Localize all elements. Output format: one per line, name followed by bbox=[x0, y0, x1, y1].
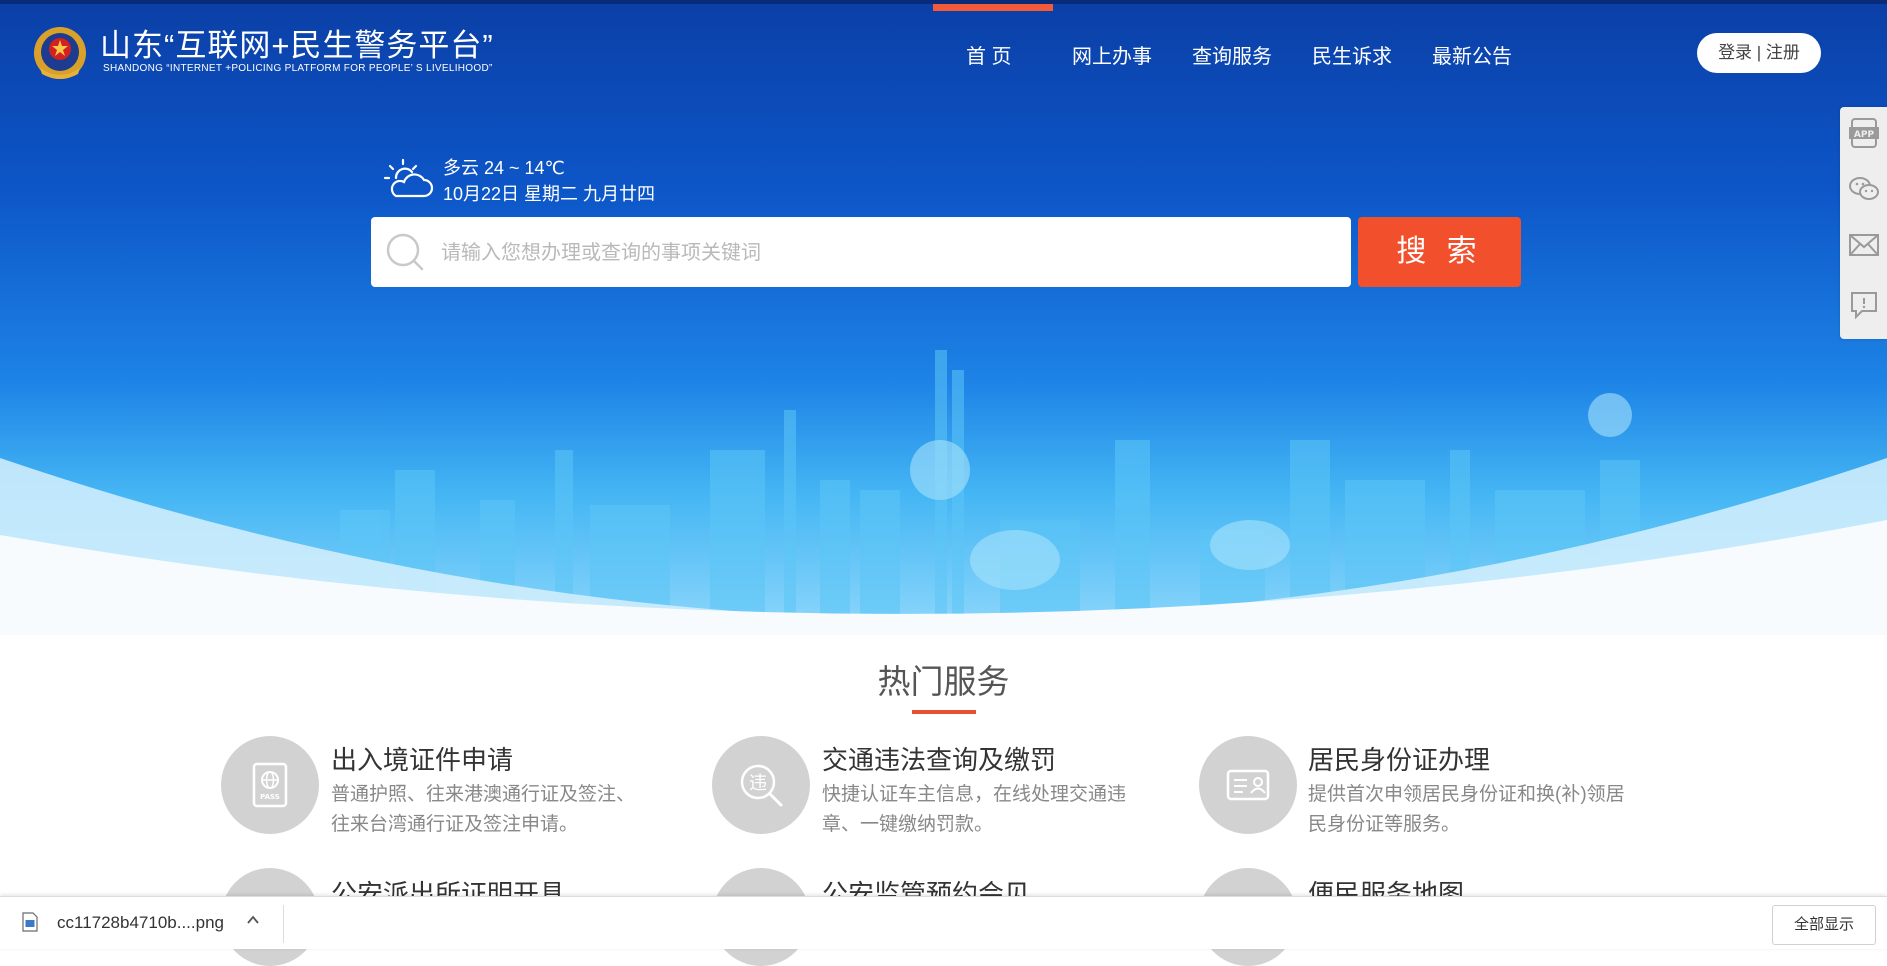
search-icon bbox=[386, 233, 424, 271]
svg-text:违: 违 bbox=[749, 773, 767, 794]
traffic-violation-icon[interactable]: 违 bbox=[712, 736, 810, 834]
app-icon[interactable]: APP bbox=[1848, 117, 1880, 149]
bottom-wave bbox=[0, 458, 1887, 635]
side-toolbar: APP bbox=[1840, 107, 1887, 339]
download-file-name[interactable]: cc11728b4710b....png bbox=[57, 913, 224, 933]
hot-services-title: 热门服务 bbox=[877, 663, 1010, 700]
nav-query-services[interactable]: 查询服务 bbox=[1192, 40, 1272, 69]
cloud-sun-icon bbox=[383, 158, 434, 198]
svg-text:APP: APP bbox=[1854, 130, 1875, 140]
search-box bbox=[371, 217, 1351, 289]
image-file-icon bbox=[22, 912, 38, 932]
download-divider bbox=[283, 905, 284, 943]
section-title-underline bbox=[912, 710, 976, 714]
service-desc-exit-entry-line2: 往来台湾通行证及签注申请。 bbox=[331, 814, 579, 835]
svg-text:PASS: PASS bbox=[260, 793, 280, 801]
nav-online-services[interactable]: 网上办事 bbox=[1072, 40, 1152, 69]
search-input[interactable] bbox=[439, 217, 1333, 289]
id-card-icon[interactable] bbox=[1199, 736, 1297, 834]
service-desc-exit-entry-line1: 普通护照、往来港澳通行证及签注、 bbox=[331, 784, 636, 805]
passport-icon[interactable]: PASS bbox=[221, 736, 319, 834]
brand-title-cn: 山东“互联网+民生警务平台” bbox=[100, 28, 494, 63]
weather-temperature: 多云 24 ~ 14℃ bbox=[443, 158, 565, 178]
nav-latest-notices[interactable]: 最新公告 bbox=[1432, 40, 1512, 69]
service-desc-id-card-line2: 民身份证等服务。 bbox=[1308, 814, 1461, 835]
service-desc-traffic-line1: 快捷认证车主信息，在线处理交通违 bbox=[822, 784, 1127, 805]
service-title-traffic-violation[interactable]: 交通违法查询及缴罚 bbox=[822, 740, 1056, 777]
weather-date: 10月22日 星期二 九月廿四 bbox=[443, 184, 656, 204]
service-title-exit-entry[interactable]: 出入境证件申请 bbox=[331, 740, 513, 777]
nav-public-appeals[interactable]: 民生诉求 bbox=[1312, 40, 1392, 69]
service-desc-traffic-line2: 章、一键缴纳罚款。 bbox=[822, 814, 994, 835]
download-bar: cc11728b4710b....png 全部显示 bbox=[0, 896, 1887, 949]
brand-title-en: SHANDONG “INTERNET +POLICING PLATFORM FO… bbox=[103, 63, 493, 74]
show-all-downloads-button[interactable]: 全部显示 bbox=[1772, 905, 1876, 945]
wechat-icon[interactable] bbox=[1848, 173, 1880, 205]
hero-banner bbox=[0, 0, 1887, 635]
nav-active-indicator bbox=[933, 4, 1053, 11]
nav-home[interactable]: 首 页 bbox=[966, 40, 1012, 69]
service-desc-id-card-line1: 提供首次申领居民身份证和换(补)领居 bbox=[1308, 784, 1625, 805]
login-register-button[interactable]: 登录 | 注册 bbox=[1697, 33, 1821, 73]
mail-icon[interactable] bbox=[1848, 229, 1880, 261]
feedback-icon[interactable] bbox=[1848, 289, 1880, 321]
police-emblem-logo bbox=[34, 27, 86, 79]
chevron-up-icon[interactable] bbox=[246, 913, 260, 927]
search-button[interactable]: 搜 索 bbox=[1358, 217, 1521, 287]
service-title-id-card[interactable]: 居民身份证办理 bbox=[1308, 740, 1490, 777]
